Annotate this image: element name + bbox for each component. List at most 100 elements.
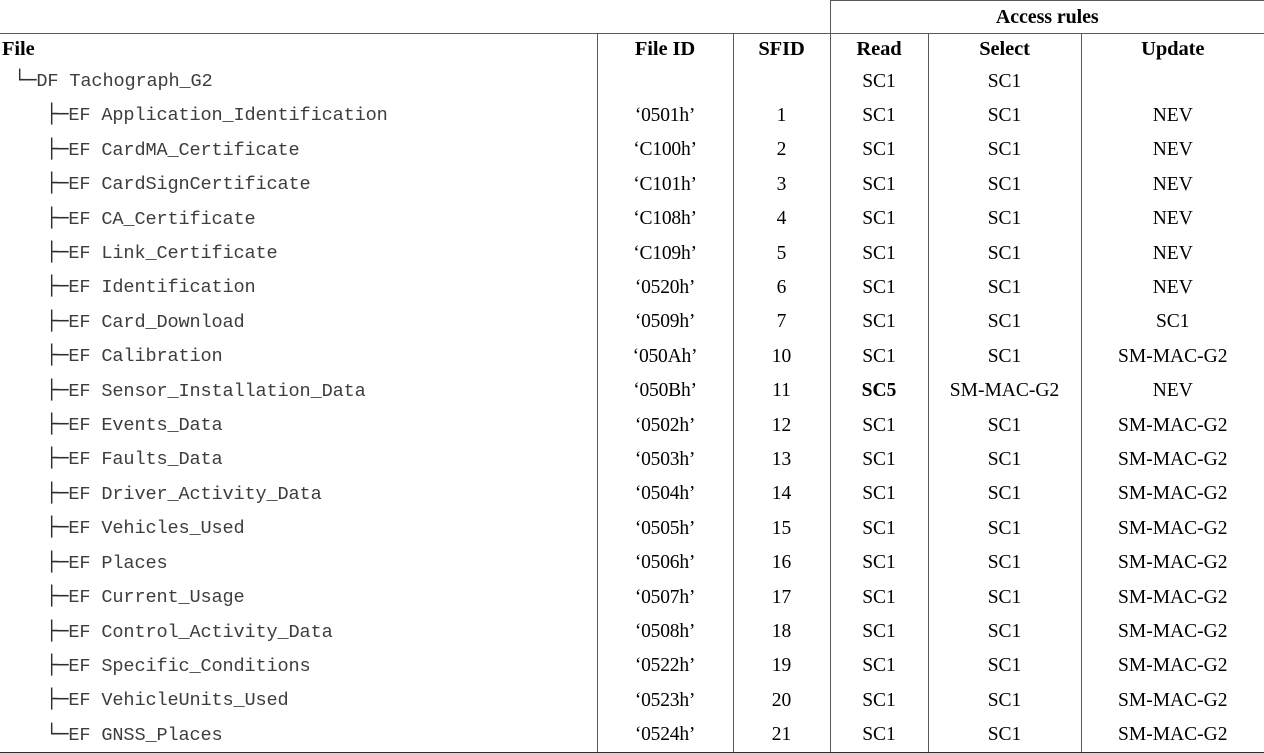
access-update-cell: SM-MAC-G2	[1080, 580, 1264, 615]
sfid-cell: 1	[732, 98, 830, 133]
tree-branch-icon: ├─	[46, 517, 69, 539]
table-row: ├─EF Places ‘0506h’ 16 SC1 SC1 SM-MAC-G2	[0, 545, 1264, 581]
access-select-cell: SC1	[927, 132, 1081, 168]
file-label: EF CardSignCertificate	[68, 174, 311, 196]
table-row: ├─EF CardMA_Certificate ‘C100h’ 2 SC1 SC1 NEV	[0, 132, 1264, 168]
file-id-cell: ‘050Bh’	[596, 373, 733, 409]
file-id-cell: ‘0520h’	[596, 270, 733, 305]
sfid-cell: 2	[732, 132, 830, 168]
access-update-cell: NEV	[1080, 167, 1264, 202]
access-read-cell: SC1	[829, 442, 928, 477]
sfid-cell: 5	[732, 236, 830, 271]
file-label: EF CA_Certificate	[68, 208, 256, 230]
tree-branch-icon: ├─	[46, 310, 69, 332]
access-read-cell: SC5	[829, 373, 928, 409]
file-tree-entry: ├─EF Application_Identification	[0, 104, 388, 126]
file-tree-entry: ├─EF Control_Activity_Data	[0, 621, 333, 643]
file-id-cell: ‘0508h’	[596, 614, 733, 649]
access-update-cell: SM-MAC-G2	[1080, 476, 1264, 512]
sfid-cell: 18	[732, 614, 830, 649]
access-read-cell: SC1	[829, 270, 928, 305]
file-label: EF Application_Identification	[68, 105, 388, 127]
file-name-cell: ├─EF Link_Certificate	[0, 236, 597, 270]
access-update-cell: SM-MAC-G2	[1080, 648, 1264, 684]
file-tree-entry: ├─EF Current_Usage	[0, 586, 245, 608]
file-id-cell: ‘0523h’	[596, 683, 733, 718]
access-select-cell: SM-MAC-G2	[927, 373, 1081, 409]
access-select-cell: SC1	[927, 476, 1081, 512]
file-name-cell: ├─EF Sensor_Installation_Data	[0, 374, 597, 408]
tree-branch-icon: └─	[46, 723, 69, 745]
super-header-row: Access rules	[0, 0, 1264, 34]
access-select-cell: SC1	[927, 270, 1081, 305]
access-select-cell: SC1	[927, 614, 1081, 649]
tree-branch-icon: ├─	[46, 482, 69, 504]
access-update-cell: SM-MAC-G2	[1080, 717, 1264, 753]
access-read-cell: SC1	[829, 511, 928, 546]
tree-branch-icon: ├─	[46, 414, 69, 436]
file-id-cell: ‘050Ah’	[596, 339, 733, 374]
access-read-cell: SC1	[829, 132, 928, 168]
access-select-cell: SC1	[927, 236, 1081, 271]
table-row: ├─EF Identification ‘0520h’ 6 SC1 SC1 NEV	[0, 270, 1264, 305]
access-update-cell: SM-MAC-G2	[1080, 545, 1264, 581]
tree-branch-icon: ├─	[46, 551, 69, 573]
file-tree-entry: ├─EF CardMA_Certificate	[0, 139, 300, 161]
file-id-cell: ‘0505h’	[596, 511, 733, 546]
table-row: ├─EF Driver_Activity_Data ‘0504h’ 14 SC1 SC1…	[0, 476, 1264, 512]
file-name-cell: ├─EF CA_Certificate	[0, 202, 597, 236]
table-row: ├─EF Sensor_Installation_Data ‘050Bh’ 11 SC…	[0, 373, 1264, 409]
table-row: ├─EF Application_Identification ‘0501h’ 1 S…	[0, 98, 1264, 133]
access-read-cell: SC1	[829, 545, 928, 581]
file-id-cell: ‘C100h’	[596, 132, 733, 168]
access-select-cell: SC1	[927, 339, 1081, 374]
access-update-cell: SM-MAC-G2	[1080, 511, 1264, 546]
table-row: ├─EF Calibration ‘050Ah’ 10 SC1 SC1 SM-MAC-G2	[0, 339, 1264, 374]
access-select-cell: SC1	[927, 717, 1081, 753]
access-select-cell: SC1	[927, 64, 1081, 99]
table-row: ├─EF Specific_Conditions ‘0522h’ 19 SC1 SC1 S…	[0, 648, 1264, 684]
file-id-cell: ‘0524h’	[596, 717, 733, 753]
table-row: ├─EF Card_Download ‘0509h’ 7 SC1 SC1 SC1	[0, 304, 1264, 340]
access-select-cell: SC1	[927, 304, 1081, 340]
file-name-cell: └─EF GNSS_Places	[0, 717, 597, 753]
access-update-cell: NEV	[1080, 132, 1264, 168]
access-update-cell: SM-MAC-G2	[1080, 683, 1264, 718]
tree-branch-icon: ├─	[46, 138, 69, 160]
tree-branch-icon: ├─	[46, 379, 69, 401]
access-read-cell: SC1	[829, 408, 928, 443]
file-name-cell: ├─EF VehicleUnits_Used	[0, 683, 597, 717]
sfid-cell: 15	[732, 511, 830, 546]
file-name-cell: └─DF Tachograph_G2	[0, 64, 597, 98]
access-select-cell: SC1	[927, 201, 1081, 237]
file-name-cell: ├─EF Events_Data	[0, 408, 597, 442]
access-select-cell: SC1	[927, 98, 1081, 133]
access-read-cell: SC1	[829, 717, 928, 753]
document-page: Access rules File File ID SFID Read Sele…	[0, 0, 1264, 753]
table-row: └─EF GNSS_Places ‘0524h’ 21 SC1 SC1 SM-MAC-G2	[0, 717, 1264, 753]
file-tree-entry: ├─EF Driver_Activity_Data	[0, 483, 322, 505]
file-name-cell: ├─EF Application_Identification	[0, 98, 597, 132]
file-id-cell: ‘0507h’	[596, 580, 733, 615]
access-select-cell: SC1	[927, 580, 1081, 615]
file-name-cell: ├─EF Card_Download	[0, 305, 597, 339]
file-name-cell: ├─EF Driver_Activity_Data	[0, 477, 597, 511]
file-label: EF Identification	[68, 277, 256, 299]
file-label: EF Control_Activity_Data	[68, 621, 333, 643]
tree-branch-icon: ├─	[46, 104, 69, 126]
file-tree-entry: ├─EF CardSignCertificate	[0, 173, 311, 195]
sfid-cell: 16	[732, 545, 830, 581]
file-id-cell: ‘0506h’	[596, 545, 733, 581]
access-read-cell: SC1	[829, 614, 928, 649]
column-header-select: Select	[927, 33, 1081, 64]
tree-branch-icon: ├─	[46, 207, 69, 229]
access-update-cell	[1080, 64, 1264, 99]
file-label: EF VehicleUnits_Used	[68, 690, 289, 712]
access-update-cell: NEV	[1080, 98, 1264, 133]
file-name-cell: ├─EF CardMA_Certificate	[0, 133, 597, 167]
file-tree-entry: └─EF GNSS_Places	[0, 724, 223, 746]
tree-branch-icon: ├─	[46, 586, 69, 608]
table-row: └─DF Tachograph_G2 SC1 SC1	[0, 64, 1264, 99]
file-tree-entry: ├─EF Card_Download	[0, 311, 245, 333]
sfid-cell: 14	[732, 476, 830, 512]
